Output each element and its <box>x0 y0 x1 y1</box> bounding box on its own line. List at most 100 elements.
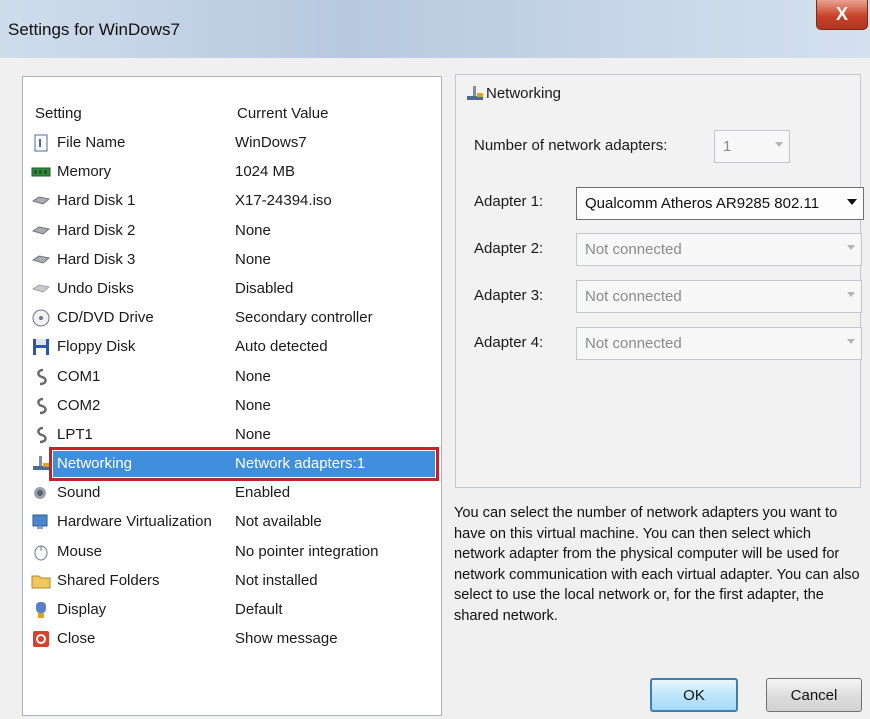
adapter-2-select[interactable]: Not connected <box>576 233 862 266</box>
window-title: Settings for WinDows7 <box>8 20 180 39</box>
setting-name: Mouse <box>57 542 103 560</box>
networking-panel: Networking Number of network adapters: 1… <box>455 74 864 488</box>
setting-row-lpt1[interactable]: LPT1 None <box>23 421 441 450</box>
setting-name: Networking <box>57 455 133 473</box>
settings-rows: File Name WinDows7 Memory 1024 MB Hard Disk … <box>23 129 441 654</box>
setting-name: Sound <box>57 484 101 502</box>
network-icon <box>465 84 485 104</box>
setting-value: Not available <box>235 513 322 531</box>
hardware-virtualization-icon <box>31 512 51 532</box>
setting-value: WinDows7 <box>235 134 307 151</box>
setting-value: No pointer integration <box>235 542 379 560</box>
setting-name: COM2 <box>57 396 101 414</box>
setting-row-display[interactable]: Display Default <box>23 596 441 625</box>
setting-value: Network adapters:1 <box>235 455 366 473</box>
setting-row-hard-disk-1[interactable]: Hard Disk 1 X17-24394.iso <box>23 187 441 216</box>
setting-row-shared-folders[interactable]: Shared Folders Not installed <box>23 567 441 596</box>
setting-value: None <box>235 221 271 239</box>
setting-name: Floppy Disk <box>57 338 136 356</box>
num-adapters-select[interactable]: 1 <box>714 130 790 163</box>
setting-row-com1[interactable]: COM1 None <box>23 363 441 392</box>
setting-row-memory[interactable]: Memory 1024 MB <box>23 158 441 187</box>
setting-value: Enabled <box>235 484 291 502</box>
floppy-icon <box>31 337 51 357</box>
folder-icon <box>31 571 51 591</box>
setting-value: None <box>235 425 271 443</box>
help-text: You can select the number of network ada… <box>454 505 860 624</box>
setting-row-hardware-virtualization[interactable]: Hardware Virtualization Not available <box>23 508 441 537</box>
setting-row-undo-disks[interactable]: Undo Disks Disabled <box>23 275 441 304</box>
adapter-1-value: Qualcomm Atheros AR9285 802.11 <box>585 195 820 212</box>
setting-row-floppy-disk[interactable]: Floppy Disk Auto detected <box>23 333 441 362</box>
settings-window: Settings for WinDows7 X Setting Current … <box>0 0 870 719</box>
setting-name: Hard Disk 2 <box>57 221 136 239</box>
setting-name: File Name <box>57 134 126 151</box>
setting-row-mouse[interactable]: Mouse No pointer integration <box>23 538 441 567</box>
adapter-2-value: Not connected <box>585 241 682 258</box>
setting-name: LPT1 <box>57 425 93 443</box>
setting-value: 1024 MB <box>235 163 296 181</box>
setting-row-close[interactable]: Close Show message <box>23 625 441 654</box>
setting-value: Not installed <box>235 571 318 589</box>
setting-value: None <box>235 367 271 385</box>
setting-name: Hard Disk 1 <box>57 192 136 210</box>
hard-disk-icon <box>31 191 51 211</box>
memory-icon <box>31 162 51 182</box>
adapter-3-select[interactable]: Not connected <box>576 280 862 313</box>
num-adapters-value: 1 <box>723 138 732 155</box>
mouse-icon <box>31 542 51 562</box>
column-header-setting[interactable]: Setting <box>35 105 82 122</box>
close-button[interactable]: X <box>816 0 868 30</box>
setting-row-file-name[interactable]: File Name WinDows7 <box>23 129 441 158</box>
setting-name: Memory <box>57 163 112 181</box>
adapter-1-select[interactable]: Qualcomm Atheros AR9285 802.11 <box>576 187 864 220</box>
adapter-4-select[interactable]: Not connected <box>576 327 862 360</box>
close-setting-icon <box>31 629 51 649</box>
chevron-down-icon <box>847 199 857 205</box>
setting-row-hard-disk-2[interactable]: Hard Disk 2 None <box>23 217 441 246</box>
setting-name: Close <box>57 630 96 648</box>
setting-value: Secondary controller <box>235 309 373 327</box>
setting-value: Auto detected <box>235 338 328 356</box>
title-bar[interactable]: Settings for WinDows7 X <box>0 0 870 58</box>
ok-button[interactable]: OK <box>650 678 738 712</box>
setting-row-cd-dvd-drive[interactable]: CD/DVD Drive Secondary controller <box>23 304 441 333</box>
setting-name: Hardware Virtualization <box>57 513 212 531</box>
column-header-current-value[interactable]: Current Value <box>237 105 328 122</box>
setting-name: Display <box>57 601 107 618</box>
chevron-down-icon <box>847 339 855 344</box>
networking-title: Networking <box>486 85 562 102</box>
chevron-down-icon <box>775 142 783 147</box>
num-adapters-label: Number of network adapters: <box>474 137 668 154</box>
setting-value: X17-24394.iso <box>235 192 332 210</box>
file-icon <box>31 133 51 153</box>
setting-row-hard-disk-3[interactable]: Hard Disk 3 None <box>23 246 441 275</box>
setting-row-sound[interactable]: Sound Enabled <box>23 479 441 508</box>
settings-list[interactable]: Setting Current Value File Name WinDows7 M… <box>22 76 442 716</box>
adapter-4-value: Not connected <box>585 335 682 352</box>
network-icon <box>31 454 51 474</box>
client-area: Setting Current Value File Name WinDows7 M… <box>0 58 870 719</box>
setting-name: Hard Disk 3 <box>57 250 136 268</box>
port-icon <box>31 367 51 387</box>
setting-value: Show message <box>235 630 338 648</box>
setting-name: COM1 <box>57 367 101 385</box>
port-icon <box>31 396 51 416</box>
cd-dvd-icon <box>31 308 51 328</box>
adapter-2-label: Adapter 2: <box>474 240 544 257</box>
setting-name: Undo Disks <box>57 279 134 297</box>
setting-name: Shared Folders <box>57 571 160 589</box>
chevron-down-icon <box>847 245 855 250</box>
adapter-1-label: Adapter 1: <box>474 193 544 210</box>
adapter-3-value: Not connected <box>585 288 682 305</box>
adapter-4-label: Adapter 4: <box>474 334 544 351</box>
cancel-button[interactable]: Cancel <box>766 678 862 712</box>
setting-row-networking[interactable]: Networking Network adapters:1 <box>23 447 441 482</box>
setting-value: Default <box>235 601 283 618</box>
setting-name: CD/DVD Drive <box>57 309 154 327</box>
hard-disk-icon <box>31 250 51 270</box>
setting-row-com2[interactable]: COM2 None <box>23 392 441 421</box>
setting-value: Disabled <box>235 279 294 297</box>
sound-icon <box>31 483 51 503</box>
hard-disk-icon <box>31 221 51 241</box>
